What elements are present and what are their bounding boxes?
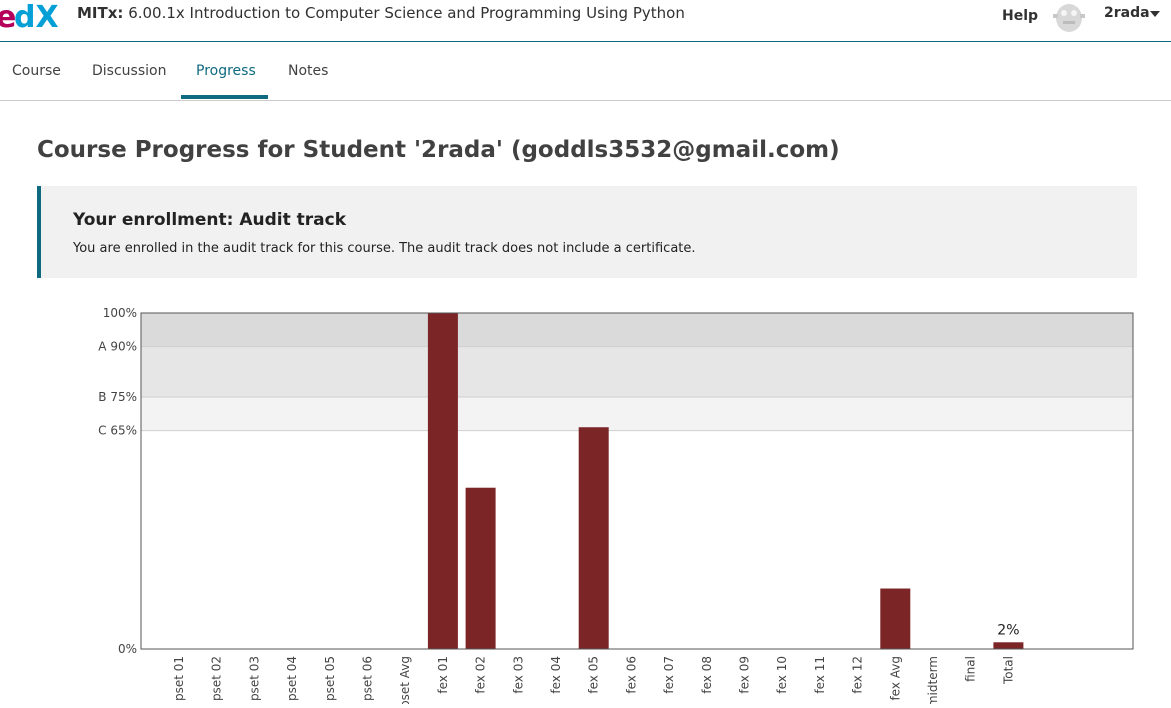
site-header: e dX MITx: 6.00.1x Introduction to Compu… [0, 0, 1171, 42]
grade-band-2 [141, 397, 1133, 431]
bar-total [993, 642, 1024, 649]
grade-band-0 [141, 313, 1133, 347]
bar-fex-avg [880, 588, 911, 649]
x-tick-label: pset 02 [210, 656, 224, 701]
course-tabs: Course Discussion Progress Notes [0, 42, 1171, 101]
x-tick-label: fex 09 [738, 656, 752, 694]
edx-logo-dx: dX [14, 0, 59, 32]
data-label-total: 2% [997, 622, 1019, 638]
tab-discussion[interactable]: Discussion [92, 63, 166, 79]
y-tick-label: 0% [118, 642, 137, 656]
active-tab-indicator [181, 95, 268, 99]
x-tick-label: fex Avg [888, 656, 902, 701]
y-tick-label: 100% [103, 306, 137, 320]
course-title: MITx: 6.00.1x Introduction to Computer S… [77, 4, 685, 22]
enrollment-heading: Your enrollment: Audit track [73, 210, 347, 230]
x-tick-label: pset Avg [398, 656, 412, 704]
x-tick-label: fex 12 [851, 656, 865, 694]
x-tick-label: fex 07 [662, 656, 676, 694]
x-tick-label: pset 05 [323, 656, 337, 701]
x-tick-label: pset 04 [285, 656, 299, 701]
x-tick-label: fex 04 [549, 656, 563, 694]
course-name: 6.00.1x Introduction to Computer Science… [128, 4, 685, 22]
enrollment-banner: Your enrollment: Audit track You are enr… [37, 186, 1137, 278]
tab-notes[interactable]: Notes [288, 63, 328, 79]
grade-band-1 [141, 346, 1133, 397]
x-tick-label: fex 03 [511, 656, 525, 694]
x-tick-label: Total [1001, 656, 1015, 685]
x-tick-label: pset 06 [361, 656, 375, 701]
bar-fex-01 [427, 313, 458, 649]
grade-chart-svg: 100% A 90% B 75% C 65% 0% 2% pset 01 pset 02 pse… [98, 306, 1134, 708]
tab-progress[interactable]: Progress [196, 63, 256, 79]
x-tick-label: midterm [926, 656, 940, 704]
x-tick-label: pset 03 [247, 656, 261, 701]
x-tick-label: fex 06 [624, 656, 638, 694]
course-org: MITx: [77, 4, 124, 22]
bar-fex-05 [578, 427, 609, 649]
x-tick-label: final [964, 656, 978, 682]
x-tick-label: fex 11 [813, 656, 827, 694]
x-tick-label: fex 02 [474, 656, 488, 694]
help-link[interactable]: Help [1002, 8, 1038, 24]
x-tick-label: pset 01 [172, 656, 186, 701]
y-tick-label: B 75% [98, 390, 137, 404]
user-avatar[interactable] [1049, 0, 1089, 32]
edx-logo[interactable]: e dX [0, 0, 60, 32]
tab-course[interactable]: Course [12, 63, 61, 79]
x-tick-label: fex 05 [587, 656, 601, 694]
chevron-down-icon[interactable] [1150, 11, 1160, 17]
y-tick-label: A 90% [98, 340, 137, 354]
enrollment-text: You are enrolled in the audit track for … [73, 241, 696, 256]
grade-chart: 100% A 90% B 75% C 65% 0% 2% pset 01 pset 02 pse… [0, 300, 1171, 708]
x-tick-label: fex 01 [436, 656, 450, 694]
y-tick-label: C 65% [98, 424, 137, 438]
x-tick-label: fex 10 [775, 656, 789, 694]
page-title: Course Progress for Student '2rada' (god… [37, 137, 840, 163]
bar-fex-02 [465, 487, 496, 649]
x-tick-label: fex 08 [700, 656, 714, 694]
username[interactable]: 2rada [1104, 5, 1150, 21]
